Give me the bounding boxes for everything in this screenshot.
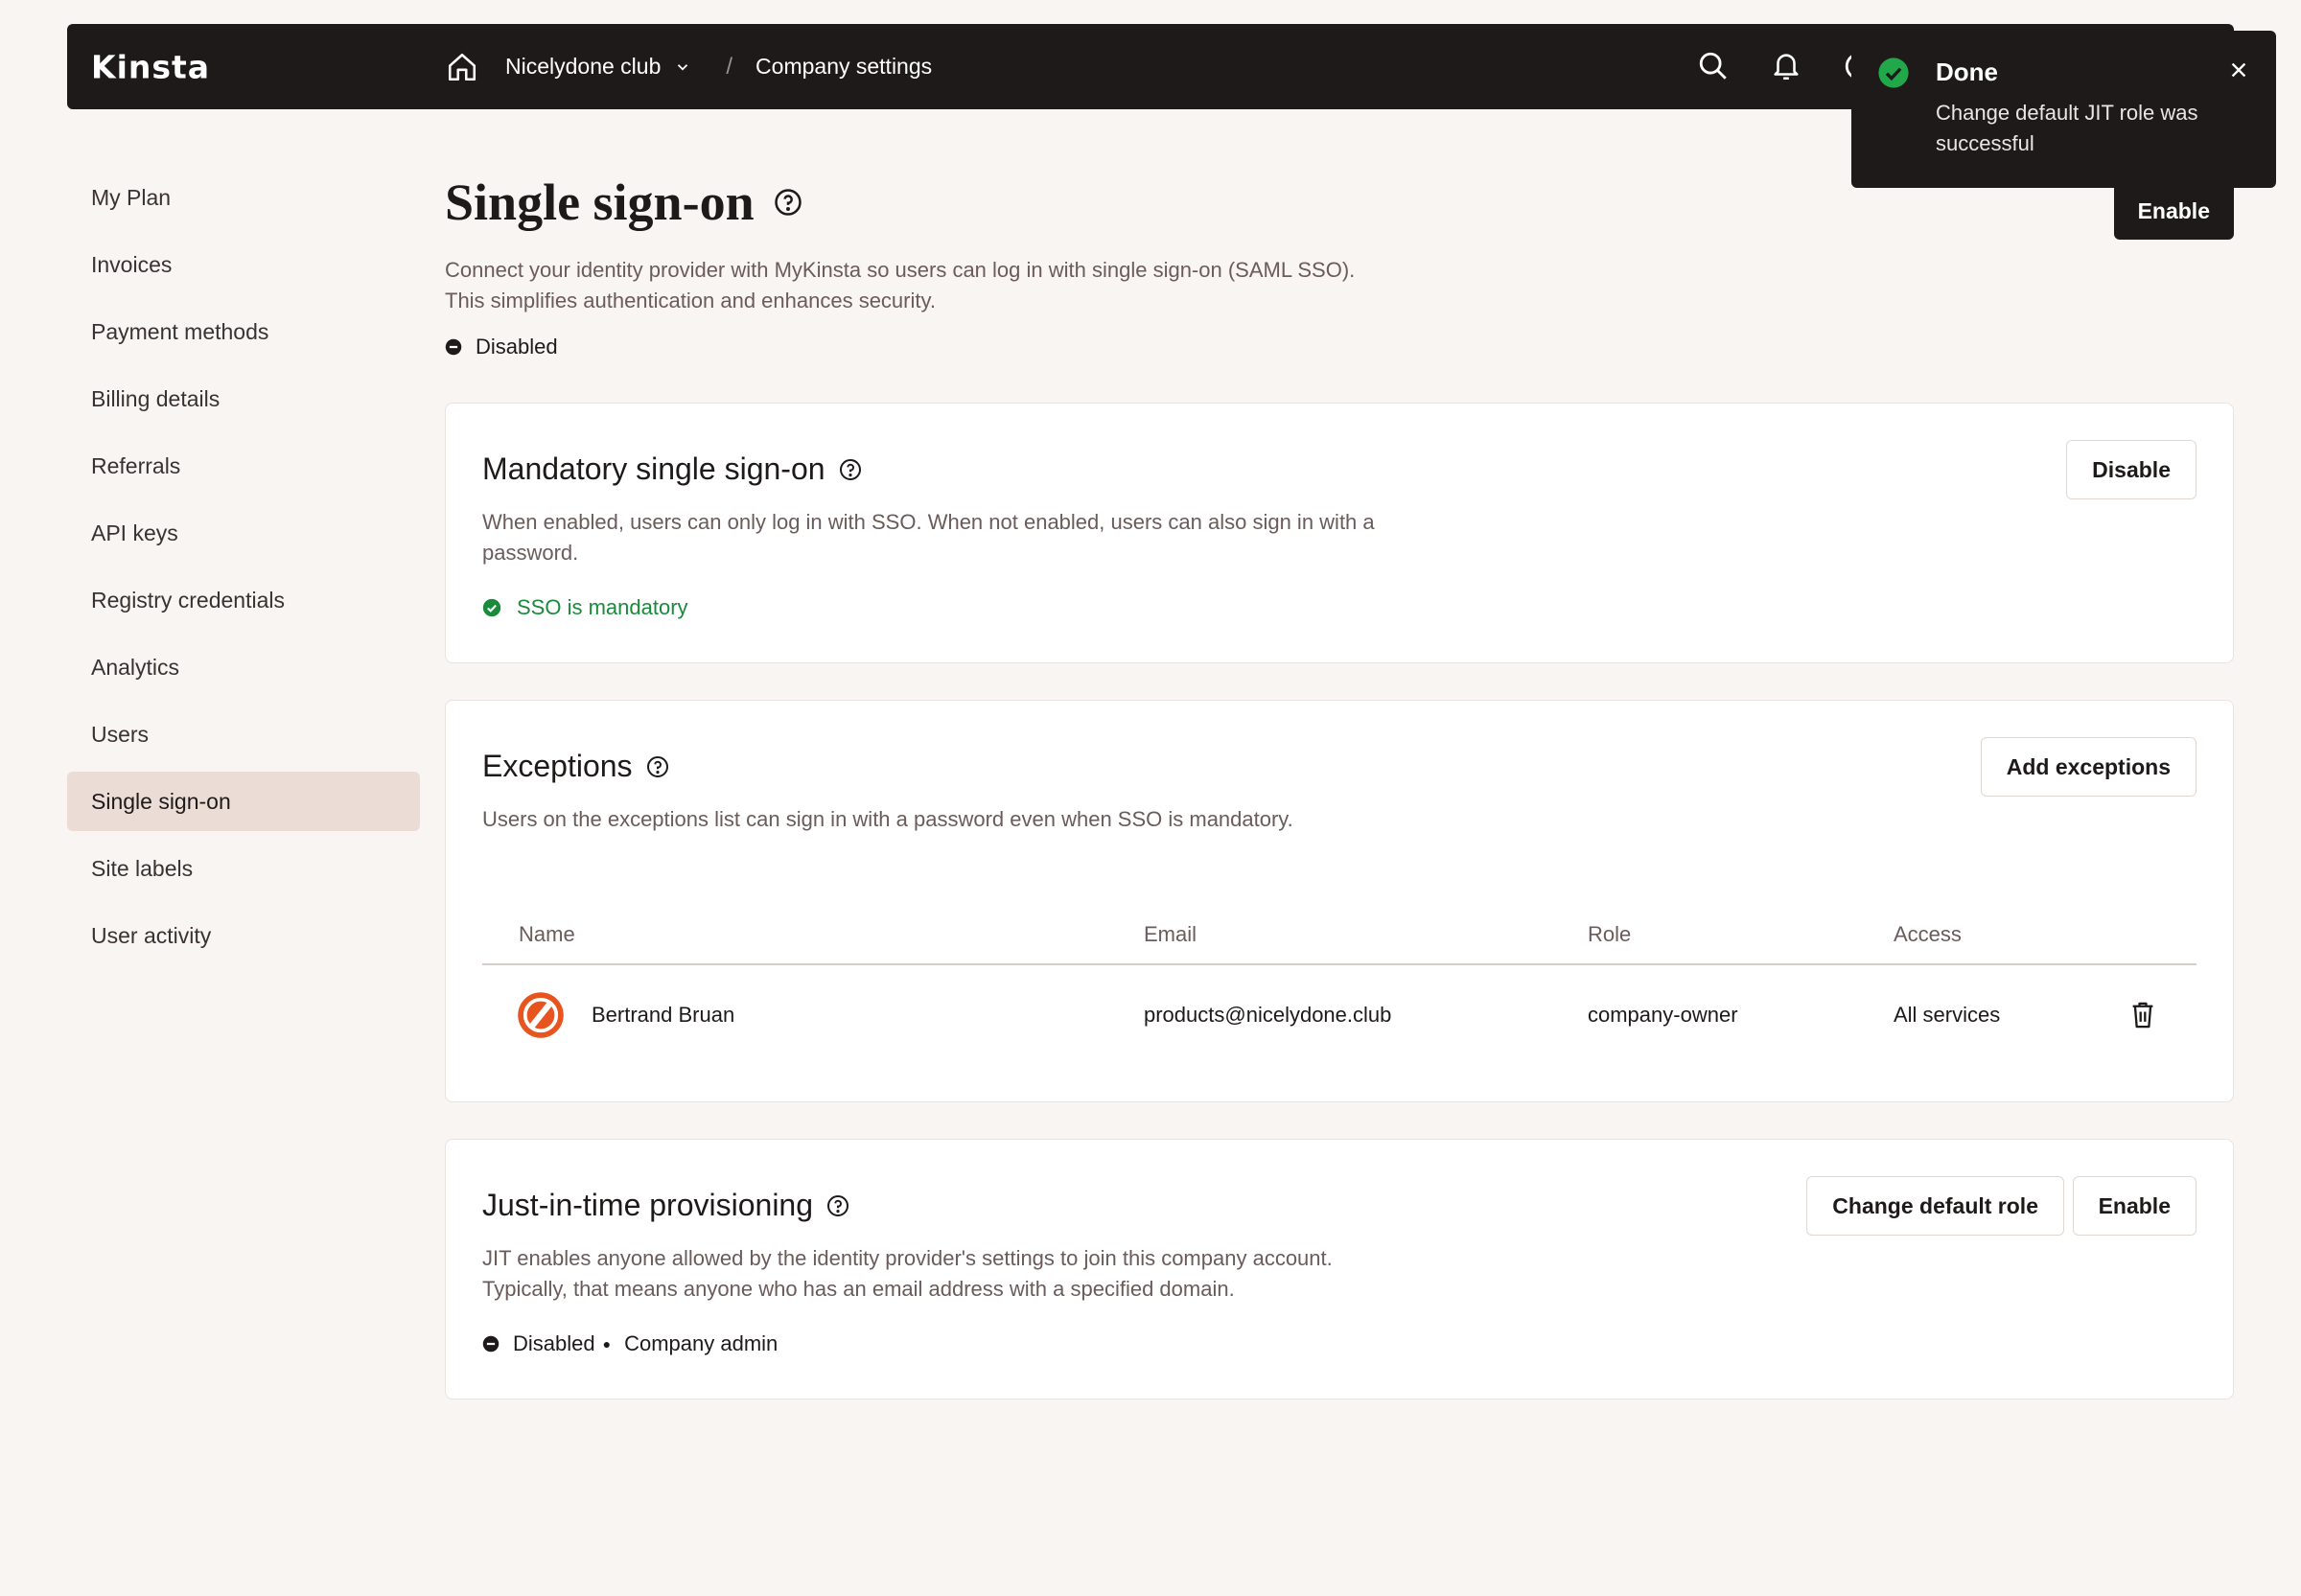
sidebar-item-my-plan[interactable]: My Plan [67,168,420,227]
jit-title: Just-in-time provisioning [482,1188,849,1223]
mandatory-status: SSO is mandatory [482,595,688,620]
bell-icon[interactable] [1770,50,1802,82]
row-name: Bertrand Bruan [592,1003,735,1027]
column-role[interactable]: Role [1588,922,1631,947]
sidebar-item-site-labels[interactable]: Site labels [67,839,420,898]
home-icon[interactable] [446,51,478,83]
chevron-down-icon[interactable] [674,58,691,76]
sidebar-item-user-activity[interactable]: User activity [67,906,420,965]
company-switcher[interactable]: Nicelydone club [505,54,661,80]
column-email[interactable]: Email [1144,922,1197,947]
toast-title: Done [1936,58,1998,86]
exceptions-card: Exceptions Add exceptions Users on the e… [445,700,2234,1102]
disabled-icon [445,338,462,356]
mandatory-sso-description: When enabled, users can only log in with… [482,510,1375,565]
disabled-icon [482,1335,500,1353]
disable-mandatory-sso-button[interactable]: Disable [2066,440,2196,499]
enable-jit-button[interactable]: Enable [2072,1176,2196,1236]
page-title: Single sign-on [445,173,802,232]
toast-message: Change default JIT role was successful [1936,101,2198,155]
table-row: Bertrand Bruan products@nicelydone.club … [482,965,2196,1065]
settings-sidebar: My Plan Invoices Payment methods Billing… [67,168,420,973]
enable-sso-button[interactable]: Enable [2113,182,2234,240]
column-name[interactable]: Name [519,922,575,947]
avatar [518,992,564,1038]
sidebar-item-referrals[interactable]: Referrals [67,436,420,496]
breadcrumb: Nicelydone club / Company settings [446,24,932,109]
question-circle-icon[interactable] [826,1194,849,1217]
change-default-role-button[interactable]: Change default role [1806,1176,2064,1236]
sidebar-item-users[interactable]: Users [67,705,420,764]
kinsta-logo[interactable]: Kinsta [91,48,210,85]
breadcrumb-separator: / [726,53,733,80]
jit-provisioning-card: Just-in-time provisioning Enable Change … [445,1139,2234,1399]
question-circle-icon[interactable] [646,755,669,778]
check-circle-icon [1878,58,1909,88]
row-email: products@nicelydone.club [1144,1003,1392,1027]
sidebar-item-invoices[interactable]: Invoices [67,235,420,294]
mandatory-sso-title: Mandatory single sign-on [482,451,862,487]
sso-description: Connect your identity provider with MyKi… [445,258,1356,312]
search-icon[interactable] [1697,50,1730,82]
sidebar-item-billing-details[interactable]: Billing details [67,369,420,428]
sidebar-item-api-keys[interactable]: API keys [67,503,420,563]
jit-status: Disabled ● Company admin [482,1331,778,1356]
exceptions-title: Exceptions [482,749,669,784]
row-access: All services [1894,1003,2001,1027]
close-icon[interactable] [2228,59,2249,81]
page-title-text: Single sign-on [445,173,755,231]
sidebar-item-payment-methods[interactable]: Payment methods [67,302,420,361]
sidebar-item-analytics[interactable]: Analytics [67,637,420,697]
row-role: company-owner [1588,1003,1738,1027]
check-circle-icon [482,598,501,617]
question-circle-icon[interactable] [774,188,802,217]
breadcrumb-current[interactable]: Company settings [755,54,932,80]
sidebar-item-single-sign-on[interactable]: Single sign-on [67,772,420,831]
column-access[interactable]: Access [1894,922,1962,947]
mandatory-sso-card: Mandatory single sign-on Disable When en… [445,403,2234,663]
question-circle-icon[interactable] [839,458,862,481]
exceptions-description: Users on the exceptions list can sign in… [482,807,1293,831]
add-exceptions-button[interactable]: Add exceptions [1980,737,2196,797]
jit-default-role: Company admin [624,1331,779,1355]
sso-status: Disabled [445,335,558,359]
table-header: Name Email Role Access [482,906,2196,965]
bullet-separator: ● [602,1336,612,1352]
sidebar-item-registry-credentials[interactable]: Registry credentials [67,570,420,630]
jit-description: JIT enables anyone allowed by the identi… [482,1246,1333,1301]
trash-icon[interactable] [2129,1001,2156,1029]
success-toast: Done Change default JIT role was success… [1851,31,2276,188]
